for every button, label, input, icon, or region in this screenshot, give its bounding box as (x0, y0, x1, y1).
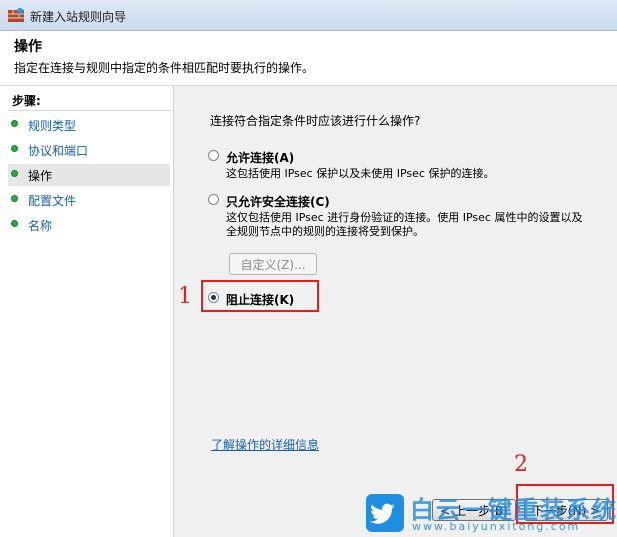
step-dot-icon (11, 145, 18, 152)
steps-heading: 步骤: (12, 94, 41, 108)
question-text: 连接符合指定条件时应该进行什么操作? (210, 114, 421, 128)
twitter-bird-icon (366, 494, 404, 532)
sidebar-item-label: 协议和端口 (28, 144, 89, 158)
window-title: 新建入站规则向导 (30, 10, 127, 24)
page-description: 指定在连接与规则中指定的条件相匹配时要执行的操作。 (14, 61, 315, 75)
customize-button[interactable]: 自定义(Z)... (229, 253, 317, 275)
title-bar: 新建入站规则向导 (0, 0, 617, 31)
steps-divider (8, 110, 172, 111)
watermark: 白云一键重装系统 www.baiyunxitong.com (360, 490, 617, 537)
option-allow-secure-description-2: 全规则节点中的规则的连接将受到保护。 (226, 225, 424, 238)
firewall-icon (8, 8, 24, 22)
sidebar-item-label: 操作 (28, 169, 53, 183)
sidebar-item-protocol-port[interactable]: 协议和端口 (8, 139, 170, 161)
step-dot-icon (11, 170, 18, 177)
step-dot-icon (11, 120, 18, 127)
sidebar-item-label: 规则类型 (28, 119, 77, 133)
radio-allow-secure[interactable] (208, 194, 219, 205)
annotation-mark-1: 1 (178, 284, 192, 309)
highlight-box-block (201, 280, 319, 312)
radio-allow[interactable] (208, 150, 219, 161)
option-allow-label: 允许连接(A) (226, 151, 295, 165)
page-title: 操作 (14, 39, 42, 55)
option-allow-secure-description-1: 这仅包括使用 IPsec 进行身份验证的连接。使用 IPsec 属性中的设置以及 (226, 211, 583, 224)
wizard-content: 连接符合指定条件时应该进行什么操作? 允许连接(A) 这包括使用 IPsec 保… (176, 86, 617, 537)
steps-sidebar: 步骤: 规则类型 协议和端口 操作 配置文件 名称 (0, 86, 174, 537)
watermark-url: www.baiyunxitong.com (412, 520, 581, 533)
sidebar-item-profile[interactable]: 配置文件 (8, 189, 170, 211)
wizard-header: 操作 指定在连接与规则中指定的条件相匹配时要执行的操作。 (0, 31, 617, 86)
sidebar-item-label: 名称 (28, 219, 53, 233)
sidebar-item-rule-type[interactable]: 规则类型 (8, 114, 170, 136)
annotation-mark-2: 2 (514, 452, 528, 477)
step-dot-icon (11, 220, 18, 227)
step-dot-icon (11, 195, 18, 202)
option-allow-description: 这包括使用 IPsec 保护以及未使用 IPsec 保护的连接。 (226, 167, 495, 180)
sidebar-item-name[interactable]: 名称 (8, 214, 170, 236)
learn-more-link[interactable]: 了解操作的详细信息 (211, 436, 319, 453)
option-allow-secure-label: 只允许安全连接(C) (226, 195, 330, 209)
sidebar-item-label: 配置文件 (28, 194, 77, 208)
sidebar-item-action[interactable]: 操作 (8, 164, 170, 186)
